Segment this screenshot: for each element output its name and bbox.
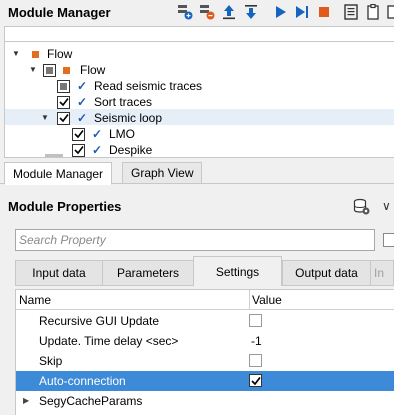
run-to-icon[interactable] <box>294 4 310 20</box>
expand-arrow-icon[interactable]: ▼ <box>41 114 49 122</box>
tree-node-label: Flow <box>80 63 106 77</box>
check-icon: ✓ <box>76 95 88 109</box>
add-module-icon[interactable] <box>177 4 193 20</box>
enable-checkbox[interactable] <box>43 63 56 77</box>
tab-graph-view[interactable]: Graph View <box>122 162 203 184</box>
chevron-down-icon[interactable]: ∨ <box>382 199 391 213</box>
property-checkbox[interactable] <box>249 314 262 327</box>
property-row-update-time-delay[interactable]: Update. Time delay <sec> -1 <box>16 331 394 351</box>
clipped-row <box>45 154 63 157</box>
module-manager-title: Module Manager <box>8 5 111 20</box>
grid-header: Name Value <box>16 290 394 310</box>
database-settings-icon[interactable] <box>353 198 371 216</box>
tab-settings[interactable]: Settings <box>193 256 282 286</box>
tab-overflow[interactable]: In <box>370 260 394 286</box>
tree-node-label: Flow <box>47 47 73 61</box>
property-checkbox[interactable] <box>249 374 262 387</box>
tree-node-label: Despike <box>109 143 153 157</box>
column-divider[interactable] <box>249 290 250 310</box>
property-checkbox[interactable] <box>249 354 262 367</box>
move-down-icon[interactable] <box>243 4 259 20</box>
module-manager-header: Module Manager <box>0 0 394 26</box>
property-value[interactable]: -1 <box>251 334 262 348</box>
copy-icon[interactable] <box>365 4 381 20</box>
tree-node-sort-traces[interactable]: ✓ Sort traces <box>57 94 152 110</box>
expand-arrow-icon[interactable]: ▼ <box>29 66 37 74</box>
search-property-input[interactable]: Search Property <box>15 229 375 251</box>
property-name: Auto-connection <box>39 374 126 388</box>
flow-marker-icon <box>32 50 39 58</box>
list-icon[interactable] <box>343 4 359 20</box>
tree-node-flow[interactable]: ▼ Flow <box>29 62 105 78</box>
check-icon: ✓ <box>91 127 103 141</box>
module-tree[interactable]: ▼ Flow ▼ Flow ✓ Read seismic traces ✓ So… <box>4 42 394 158</box>
tree-node-flow-root[interactable]: ▼ Flow <box>12 46 72 62</box>
property-row-segy-cache-params[interactable]: ▶ SegyCacheParams <box>16 391 394 411</box>
column-header-name[interactable]: Name <box>19 293 51 307</box>
tab-module-manager[interactable]: Module Manager <box>4 162 113 185</box>
stop-icon[interactable] <box>316 4 332 20</box>
tree-node-read-seismic-traces[interactable]: ✓ Read seismic traces <box>57 78 202 94</box>
check-icon: ✓ <box>76 79 88 93</box>
tree-node-label: LMO <box>109 127 136 141</box>
tree-node-label: Seismic loop <box>94 111 163 125</box>
enable-checkbox[interactable] <box>57 95 70 109</box>
property-row-auto-connection[interactable]: Auto-connection <box>16 371 394 391</box>
enable-checkbox[interactable] <box>57 111 70 125</box>
flow-marker-icon <box>63 66 70 74</box>
module-manager-tabs: Module Manager Graph View <box>0 160 394 185</box>
search-option-checkbox[interactable] <box>383 233 394 247</box>
tree-header-strip <box>4 26 394 42</box>
expand-arrow-icon[interactable]: ▶ <box>23 396 29 405</box>
property-row-recursive-gui-update[interactable]: Recursive GUI Update <box>16 311 394 331</box>
tree-node-label: Read seismic traces <box>94 79 203 93</box>
move-up-icon[interactable] <box>221 4 237 20</box>
enable-checkbox[interactable] <box>57 79 70 93</box>
property-name: SegyCacheParams <box>39 394 143 408</box>
column-header-value[interactable]: Value <box>252 293 282 307</box>
property-grid: Name Value Recursive GUI Update Update. … <box>15 289 394 415</box>
enable-checkbox[interactable] <box>72 143 85 157</box>
tree-node-lmo[interactable]: ✓ LMO <box>72 126 135 142</box>
property-name: Recursive GUI Update <box>39 314 160 328</box>
remove-module-icon[interactable] <box>199 4 215 20</box>
check-icon: ✓ <box>76 111 88 125</box>
property-row-skip[interactable]: Skip <box>16 351 394 371</box>
properties-tabs: Input data Parameters Settings Output da… <box>0 256 394 286</box>
module-properties-title: Module Properties <box>8 199 122 214</box>
enable-checkbox[interactable] <box>72 127 85 141</box>
run-icon[interactable] <box>273 4 289 20</box>
tree-node-label: Sort traces <box>94 95 153 109</box>
tree-node-despike[interactable]: ✓ Despike <box>72 142 153 157</box>
tab-output-data[interactable]: Output data <box>282 260 371 286</box>
expand-arrow-icon[interactable]: ▼ <box>12 50 20 58</box>
tab-input-data[interactable]: Input data <box>15 260 103 286</box>
property-name: Skip <box>39 354 63 368</box>
property-name: Update. Time delay <sec> <box>39 334 179 348</box>
tree-node-seismic-loop[interactable]: ▼ ✓ Seismic loop <box>41 110 162 126</box>
overflow-icon[interactable] <box>386 4 394 20</box>
check-icon: ✓ <box>91 143 103 157</box>
tab-parameters[interactable]: Parameters <box>102 260 194 286</box>
